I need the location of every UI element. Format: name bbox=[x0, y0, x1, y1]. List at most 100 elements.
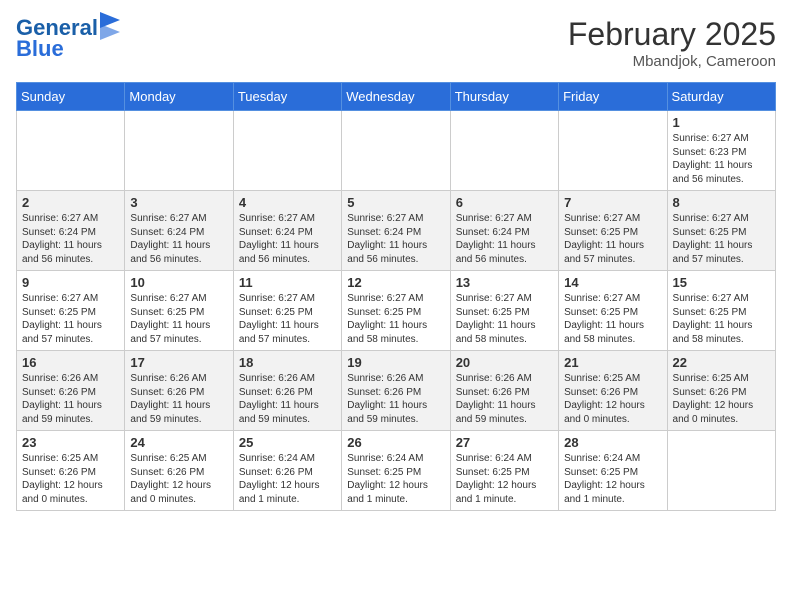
day-number: 8 bbox=[673, 195, 770, 210]
calendar-week-row: 2Sunrise: 6:27 AM Sunset: 6:24 PM Daylig… bbox=[17, 191, 776, 271]
day-number: 28 bbox=[564, 435, 661, 450]
weekday-header: Friday bbox=[559, 83, 667, 111]
calendar-cell: 8 Sunrise: 6:27 AM Sunset: 6:25 PM Daylig… bbox=[667, 191, 775, 271]
location: Mbandjok, Cameroon bbox=[568, 53, 776, 70]
calendar-cell: 27 Sunrise: 6:24 AM Sunset: 6:25 PM Dayli… bbox=[450, 431, 558, 511]
cell-info: Sunrise: 6:27 AM Sunset: 6:24 PM Dayligh… bbox=[347, 212, 444, 266]
cell-info: Sunrise: 6:25 AM Sunset: 6:26 PM Dayligh… bbox=[22, 452, 119, 506]
cell-info: Sunrise: 6:26 AM Sunset: 6:26 PM Dayligh… bbox=[130, 372, 227, 426]
calendar-cell: 19Sunrise: 6:26 AM Sunset: 6:26 PM Dayli… bbox=[342, 351, 450, 431]
day-number: 12 bbox=[347, 275, 444, 290]
cell-info: Sunrise: 6:27 AM Sunset: 6:25 PM Dayligh… bbox=[673, 292, 770, 346]
day-number: 17 bbox=[130, 355, 227, 370]
cell-info: Sunrise: 6:27 AM Sunset: 6:25 PM Dayligh… bbox=[673, 212, 770, 266]
day-number: 15 bbox=[673, 275, 770, 290]
day-number: 23 bbox=[22, 435, 119, 450]
calendar-table: SundayMondayTuesdayWednesdayThursdayFrid… bbox=[16, 82, 776, 511]
cell-info: Sunrise: 6:27 AM Sunset: 6:24 PM Dayligh… bbox=[130, 212, 227, 266]
cell-info: Sunrise: 6:25 AM Sunset: 6:26 PM Dayligh… bbox=[130, 452, 227, 506]
calendar-cell bbox=[125, 111, 233, 191]
cell-info: Sunrise: 6:26 AM Sunset: 6:26 PM Dayligh… bbox=[22, 372, 119, 426]
calendar-cell: 21 Sunrise: 6:25 AM Sunset: 6:26 PM Dayli… bbox=[559, 351, 667, 431]
weekday-header: Wednesday bbox=[342, 83, 450, 111]
calendar-week-row: 9 Sunrise: 6:27 AM Sunset: 6:25 PM Daylig… bbox=[17, 271, 776, 351]
calendar-cell: 16 Sunrise: 6:26 AM Sunset: 6:26 PM Dayli… bbox=[17, 351, 125, 431]
weekday-header: Tuesday bbox=[233, 83, 341, 111]
calendar-cell: 23 Sunrise: 6:25 AM Sunset: 6:26 PM Dayli… bbox=[17, 431, 125, 511]
cell-info: Sunrise: 6:24 AM Sunset: 6:25 PM Dayligh… bbox=[456, 452, 553, 506]
cell-info: Sunrise: 6:26 AM Sunset: 6:26 PM Dayligh… bbox=[456, 372, 553, 426]
calendar-cell: 14Sunrise: 6:27 AM Sunset: 6:25 PM Dayli… bbox=[559, 271, 667, 351]
calendar-cell: 15 Sunrise: 6:27 AM Sunset: 6:25 PM Dayli… bbox=[667, 271, 775, 351]
day-number: 24 bbox=[130, 435, 227, 450]
cell-info: Sunrise: 6:26 AM Sunset: 6:26 PM Dayligh… bbox=[239, 372, 336, 426]
weekday-header: Sunday bbox=[17, 83, 125, 111]
calendar-cell: 17 Sunrise: 6:26 AM Sunset: 6:26 PM Dayli… bbox=[125, 351, 233, 431]
calendar-cell: 1Sunrise: 6:27 AM Sunset: 6:23 PM Daylig… bbox=[667, 111, 775, 191]
day-number: 21 bbox=[564, 355, 661, 370]
day-number: 22 bbox=[673, 355, 770, 370]
cell-info: Sunrise: 6:27 AM Sunset: 6:25 PM Dayligh… bbox=[239, 292, 336, 346]
calendar-week-row: 23 Sunrise: 6:25 AM Sunset: 6:26 PM Dayli… bbox=[17, 431, 776, 511]
cell-info: Sunrise: 6:27 AM Sunset: 6:24 PM Dayligh… bbox=[22, 212, 119, 266]
calendar-week-row: 16 Sunrise: 6:26 AM Sunset: 6:26 PM Dayli… bbox=[17, 351, 776, 431]
calendar-cell: 18 Sunrise: 6:26 AM Sunset: 6:26 PM Dayli… bbox=[233, 351, 341, 431]
day-number: 3 bbox=[130, 195, 227, 210]
calendar-cell bbox=[233, 111, 341, 191]
page-header: General Blue February 2025 Mbandjok, Cam… bbox=[16, 16, 776, 70]
calendar-cell: 3 Sunrise: 6:27 AM Sunset: 6:24 PM Daylig… bbox=[125, 191, 233, 271]
calendar-cell: 20 Sunrise: 6:26 AM Sunset: 6:26 PM Dayli… bbox=[450, 351, 558, 431]
cell-info: Sunrise: 6:24 AM Sunset: 6:25 PM Dayligh… bbox=[347, 452, 444, 506]
calendar-cell: 6Sunrise: 6:27 AM Sunset: 6:24 PM Daylig… bbox=[450, 191, 558, 271]
cell-info: Sunrise: 6:25 AM Sunset: 6:26 PM Dayligh… bbox=[673, 372, 770, 426]
day-number: 14 bbox=[564, 275, 661, 290]
calendar-cell bbox=[667, 431, 775, 511]
calendar-cell: 13 Sunrise: 6:27 AM Sunset: 6:25 PM Dayli… bbox=[450, 271, 558, 351]
weekday-header: Monday bbox=[125, 83, 233, 111]
calendar-cell: 25 Sunrise: 6:24 AM Sunset: 6:26 PM Dayli… bbox=[233, 431, 341, 511]
calendar-cell: 26 Sunrise: 6:24 AM Sunset: 6:25 PM Dayli… bbox=[342, 431, 450, 511]
calendar-cell bbox=[450, 111, 558, 191]
calendar-cell: 12 Sunrise: 6:27 AM Sunset: 6:25 PM Dayli… bbox=[342, 271, 450, 351]
day-number: 25 bbox=[239, 435, 336, 450]
calendar-cell: 28 Sunrise: 6:24 AM Sunset: 6:25 PM Dayli… bbox=[559, 431, 667, 511]
calendar-cell bbox=[17, 111, 125, 191]
weekday-header: Thursday bbox=[450, 83, 558, 111]
day-number: 9 bbox=[22, 275, 119, 290]
day-number: 10 bbox=[130, 275, 227, 290]
month-year: February 2025 bbox=[568, 16, 776, 53]
day-number: 1 bbox=[673, 115, 770, 130]
day-number: 26 bbox=[347, 435, 444, 450]
calendar-cell: 11 Sunrise: 6:27 AM Sunset: 6:25 PM Dayli… bbox=[233, 271, 341, 351]
day-number: 5 bbox=[347, 195, 444, 210]
calendar-cell: 4 Sunrise: 6:27 AM Sunset: 6:24 PM Daylig… bbox=[233, 191, 341, 271]
weekday-header-row: SundayMondayTuesdayWednesdayThursdayFrid… bbox=[17, 83, 776, 111]
cell-info: Sunrise: 6:24 AM Sunset: 6:25 PM Dayligh… bbox=[564, 452, 661, 506]
day-number: 4 bbox=[239, 195, 336, 210]
calendar-cell bbox=[342, 111, 450, 191]
day-number: 13 bbox=[456, 275, 553, 290]
cell-info: Sunrise: 6:24 AM Sunset: 6:26 PM Dayligh… bbox=[239, 452, 336, 506]
weekday-header: Saturday bbox=[667, 83, 775, 111]
cell-info: Sunrise: 6:27 AM Sunset: 6:25 PM Dayligh… bbox=[22, 292, 119, 346]
calendar-cell: 5 Sunrise: 6:27 AM Sunset: 6:24 PM Daylig… bbox=[342, 191, 450, 271]
cell-info: Sunrise: 6:27 AM Sunset: 6:24 PM Dayligh… bbox=[239, 212, 336, 266]
cell-info: Sunrise: 6:27 AM Sunset: 6:25 PM Dayligh… bbox=[347, 292, 444, 346]
day-number: 18 bbox=[239, 355, 336, 370]
cell-info: Sunrise: 6:27 AM Sunset: 6:24 PM Dayligh… bbox=[456, 212, 553, 266]
cell-info: Sunrise: 6:27 AM Sunset: 6:25 PM Dayligh… bbox=[456, 292, 553, 346]
logo: General Blue bbox=[16, 16, 120, 62]
calendar-cell: 10Sunrise: 6:27 AM Sunset: 6:25 PM Dayli… bbox=[125, 271, 233, 351]
calendar-week-row: 1Sunrise: 6:27 AM Sunset: 6:23 PM Daylig… bbox=[17, 111, 776, 191]
day-number: 20 bbox=[456, 355, 553, 370]
day-number: 7 bbox=[564, 195, 661, 210]
day-number: 27 bbox=[456, 435, 553, 450]
cell-info: Sunrise: 6:27 AM Sunset: 6:25 PM Dayligh… bbox=[564, 212, 661, 266]
day-number: 16 bbox=[22, 355, 119, 370]
calendar-cell: 7 Sunrise: 6:27 AM Sunset: 6:25 PM Daylig… bbox=[559, 191, 667, 271]
cell-info: Sunrise: 6:25 AM Sunset: 6:26 PM Dayligh… bbox=[564, 372, 661, 426]
day-number: 11 bbox=[239, 275, 336, 290]
logo-icon bbox=[100, 12, 120, 40]
calendar-cell bbox=[559, 111, 667, 191]
cell-info: Sunrise: 6:26 AM Sunset: 6:26 PM Dayligh… bbox=[347, 372, 444, 426]
